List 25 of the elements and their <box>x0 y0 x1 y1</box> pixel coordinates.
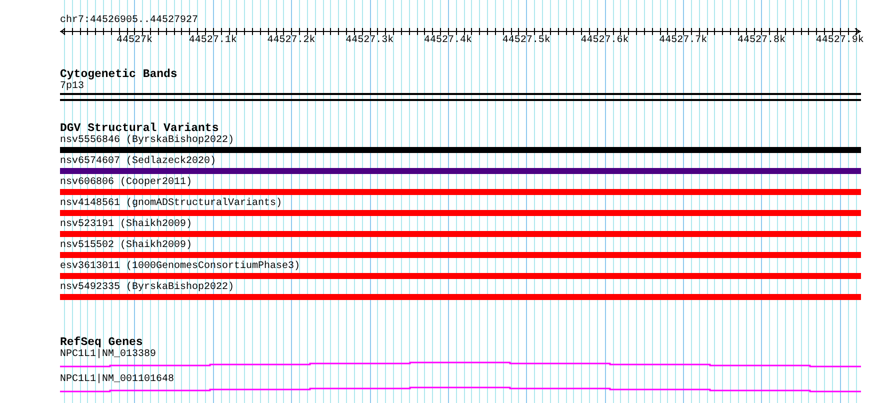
tick-label: 44527k <box>116 35 152 47</box>
feature-label: nsv523191 (Shaikh2009) <box>60 219 194 231</box>
feature-label: 7p13 <box>60 81 86 93</box>
feature-label: NPC1L1|NM_001101648 <box>60 374 176 386</box>
tick-label: 44527.5k <box>502 35 550 47</box>
tick-label: 44527.1k <box>188 35 237 47</box>
feature-label: nsv4148561 (gnomADStructuralVariants) <box>60 198 284 210</box>
feature-label: nsv5556846 (ByrskaBishop2022) <box>60 135 236 147</box>
feature-label: NPC1L1|NM_013389 <box>60 349 158 361</box>
tick-label: 44527.8k <box>737 35 786 47</box>
feature-label: nsv6574607 (Sedlazeck2020) <box>60 156 218 168</box>
track-title: RefSeq Genes <box>60 336 143 349</box>
feature-label: nsv515502 (Shaikh2009) <box>60 240 194 252</box>
tick-label: 44527.4k <box>424 35 472 47</box>
tick-label: 44527.6k <box>580 35 629 47</box>
track-title: DGV Structural Variants <box>60 122 219 135</box>
tick-label: 44527.9k <box>816 35 864 47</box>
feature-label: esv3613011 (1000GenomesConsortiumPhase3) <box>60 261 302 273</box>
track-title: Cytogenetic Bands <box>60 68 178 81</box>
tick-label: 44527.7k <box>659 35 708 47</box>
tick-label: 44527.3k <box>346 35 394 47</box>
feature-label: nsv606806 (Cooper2011) <box>60 177 194 189</box>
feature-label: nsv5492335 (ByrskaBishop2022) <box>60 282 236 294</box>
tick-label: 44527.2k <box>267 35 316 47</box>
position-label: chr7:44526905..44527927 <box>60 15 200 27</box>
